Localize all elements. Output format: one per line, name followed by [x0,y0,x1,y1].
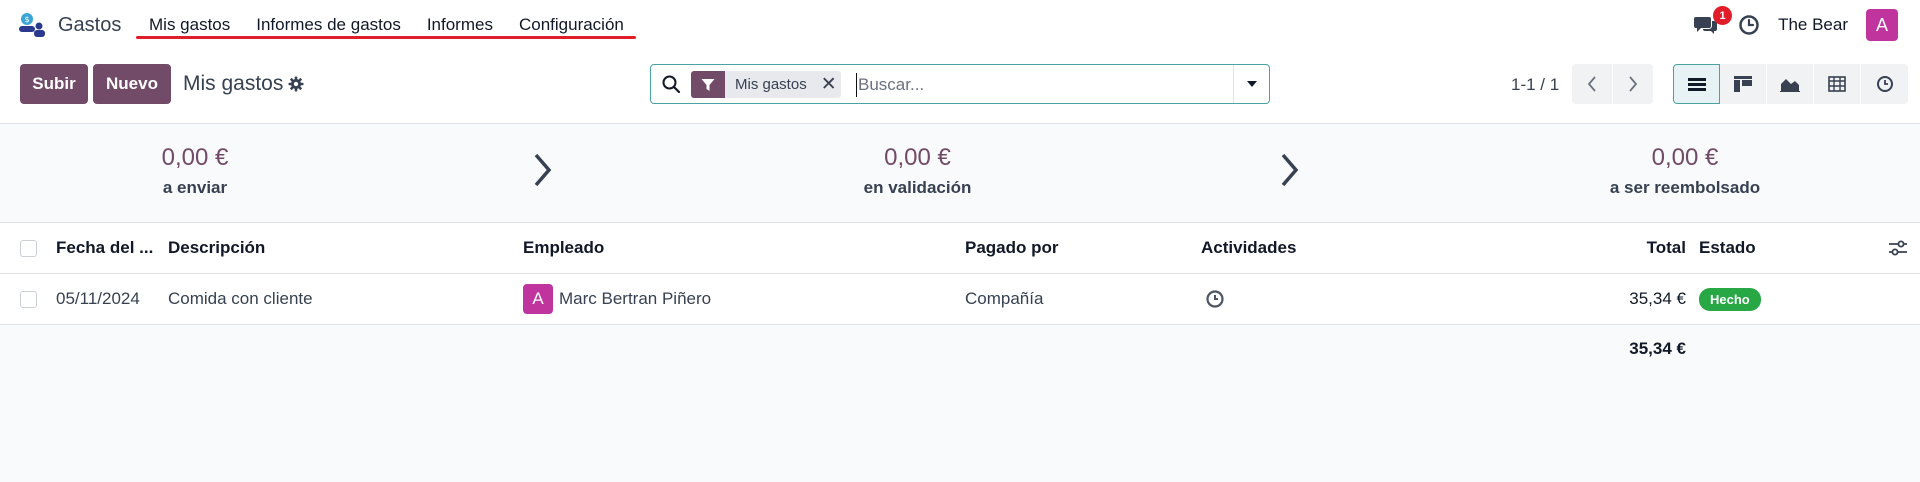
stat-label: a ser reembolsado [1609,178,1761,197]
row-checkbox[interactable] [20,290,37,308]
cell-date: 05/11/2024 [56,289,140,308]
column-header-date[interactable]: Fecha del ... [56,223,153,273]
cell-activities [1205,274,1225,324]
menu-item-expense-reports[interactable]: Informes de gastos [243,0,414,50]
column-header-employee[interactable]: Empleado [523,223,604,273]
stat-to-submit[interactable]: 0,00 € a enviar [120,144,270,198]
cell-paid-by: Compañía [965,289,1044,308]
footer-total: 35,34 € [1629,339,1686,358]
table-row[interactable]: 05/11/2024 Comida con cliente A Marc Ber… [0,274,1920,325]
messages-button[interactable]: 1 [1692,6,1733,39]
pager-previous-button[interactable] [1572,64,1612,104]
stat-amount: 0,00 € [161,144,229,171]
list-view-button[interactable] [1673,64,1720,104]
column-header-description[interactable]: Descripción [168,223,265,273]
pivot-view-button[interactable] [1814,64,1861,104]
activity-clock-icon[interactable] [1205,289,1225,309]
svg-text:$: $ [24,15,29,24]
select-all-cell [20,223,37,273]
clock-icon [1876,76,1893,92]
caret-down-icon [1246,81,1257,87]
stat-under-validation[interactable]: 0,00 € en validación [845,144,990,198]
search-facet: Mis gastos ✕ [691,71,841,98]
gear-icon[interactable] [288,76,304,92]
table-footer: 35,34 € [0,325,1920,373]
search-icon [662,75,681,94]
facet-remove-icon[interactable]: ✕ [817,71,841,98]
navbar-systray: 1 The Bear A [1692,0,1898,50]
cell-total: 35,34 € [1629,289,1686,308]
menu-item-reporting[interactable]: Informes [414,0,506,50]
page-title: Mis gastos [183,72,304,96]
user-avatar[interactable]: A [1866,9,1898,41]
filter-icon [691,71,725,98]
empty-area [0,373,1920,482]
optional-columns-toggle[interactable] [1888,223,1908,273]
expenses-list: Fecha del ... Descripción Empleado Pagad… [0,223,1920,373]
page-title-text: Mis gastos [183,72,284,95]
chevron-right-icon [1281,153,1299,187]
chevron-right-icon [534,153,552,187]
employee-avatar[interactable]: A [523,284,553,314]
employee-name: Marc Bertran Piñero [559,289,712,308]
pager-next-button[interactable] [1613,64,1653,104]
table-header: Fecha del ... Descripción Empleado Pagad… [0,223,1920,274]
new-button[interactable]: Nuevo [93,64,171,104]
cell-employee: A Marc Bertran Piñero [523,274,711,324]
status-badge: Hecho [1699,287,1761,311]
graph-view-button[interactable] [1767,64,1814,104]
cell-description: Comida con cliente [168,289,313,308]
column-header-activities[interactable]: Actividades [1201,223,1296,273]
stat-label: en validación [863,178,972,197]
menu-annotation-underline [136,36,636,39]
stat-amount: 0,00 € [884,144,951,171]
app-name[interactable]: Gastos [58,14,121,37]
control-panel: Subir Nuevo Mis gastos Mis gastos ✕ Busc… [0,50,1920,124]
main-menu: Mis gastos Informes de gastos Informes C… [136,0,637,50]
menu-item-my-expenses[interactable]: Mis gastos [136,0,243,50]
user-name[interactable]: The Bear [1778,15,1848,35]
chevron-right-icon [1629,76,1638,92]
expense-summary: 0,00 € a enviar 0,00 € en validación 0,0… [0,124,1920,223]
column-header-status[interactable]: Estado [1699,223,1756,273]
column-header-total[interactable]: Total [1647,223,1686,273]
top-navbar: $ Gastos Mis gastos Informes de gastos I… [0,0,1920,50]
cell-status: Hecho [1699,274,1761,324]
stat-amount: 0,00 € [1651,144,1719,171]
search-bar: Mis gastos ✕ [650,64,1270,104]
select-all-checkbox[interactable] [20,239,37,257]
search-input[interactable] [856,73,1256,97]
table-grid-icon [1828,76,1846,92]
activity-view-button[interactable] [1861,64,1908,104]
list-view-icon [1687,77,1706,91]
chevron-left-icon [1587,76,1596,92]
stat-label: a enviar [162,178,228,197]
upload-button[interactable]: Subir [20,64,88,104]
column-header-paid-by[interactable]: Pagado por [965,223,1059,273]
activity-clock-icon[interactable] [1738,14,1760,36]
sliders-icon [1889,240,1907,256]
menu-item-configuration[interactable]: Configuración [506,0,637,50]
row-select-cell [20,274,37,324]
expenses-app-icon[interactable]: $ [18,12,46,38]
search-options-toggle[interactable] [1233,65,1269,103]
view-switcher [1673,64,1908,104]
stat-to-reimburse[interactable]: 0,00 € a ser reembolsado [1575,144,1795,198]
kanban-view-icon [1734,76,1752,92]
area-chart-icon [1780,79,1800,92]
messages-count-badge: 1 [1713,6,1733,25]
kanban-view-button[interactable] [1720,64,1767,104]
facet-label: Mis gastos [735,76,807,93]
pager-value[interactable]: 1-1 / 1 [1511,75,1559,95]
